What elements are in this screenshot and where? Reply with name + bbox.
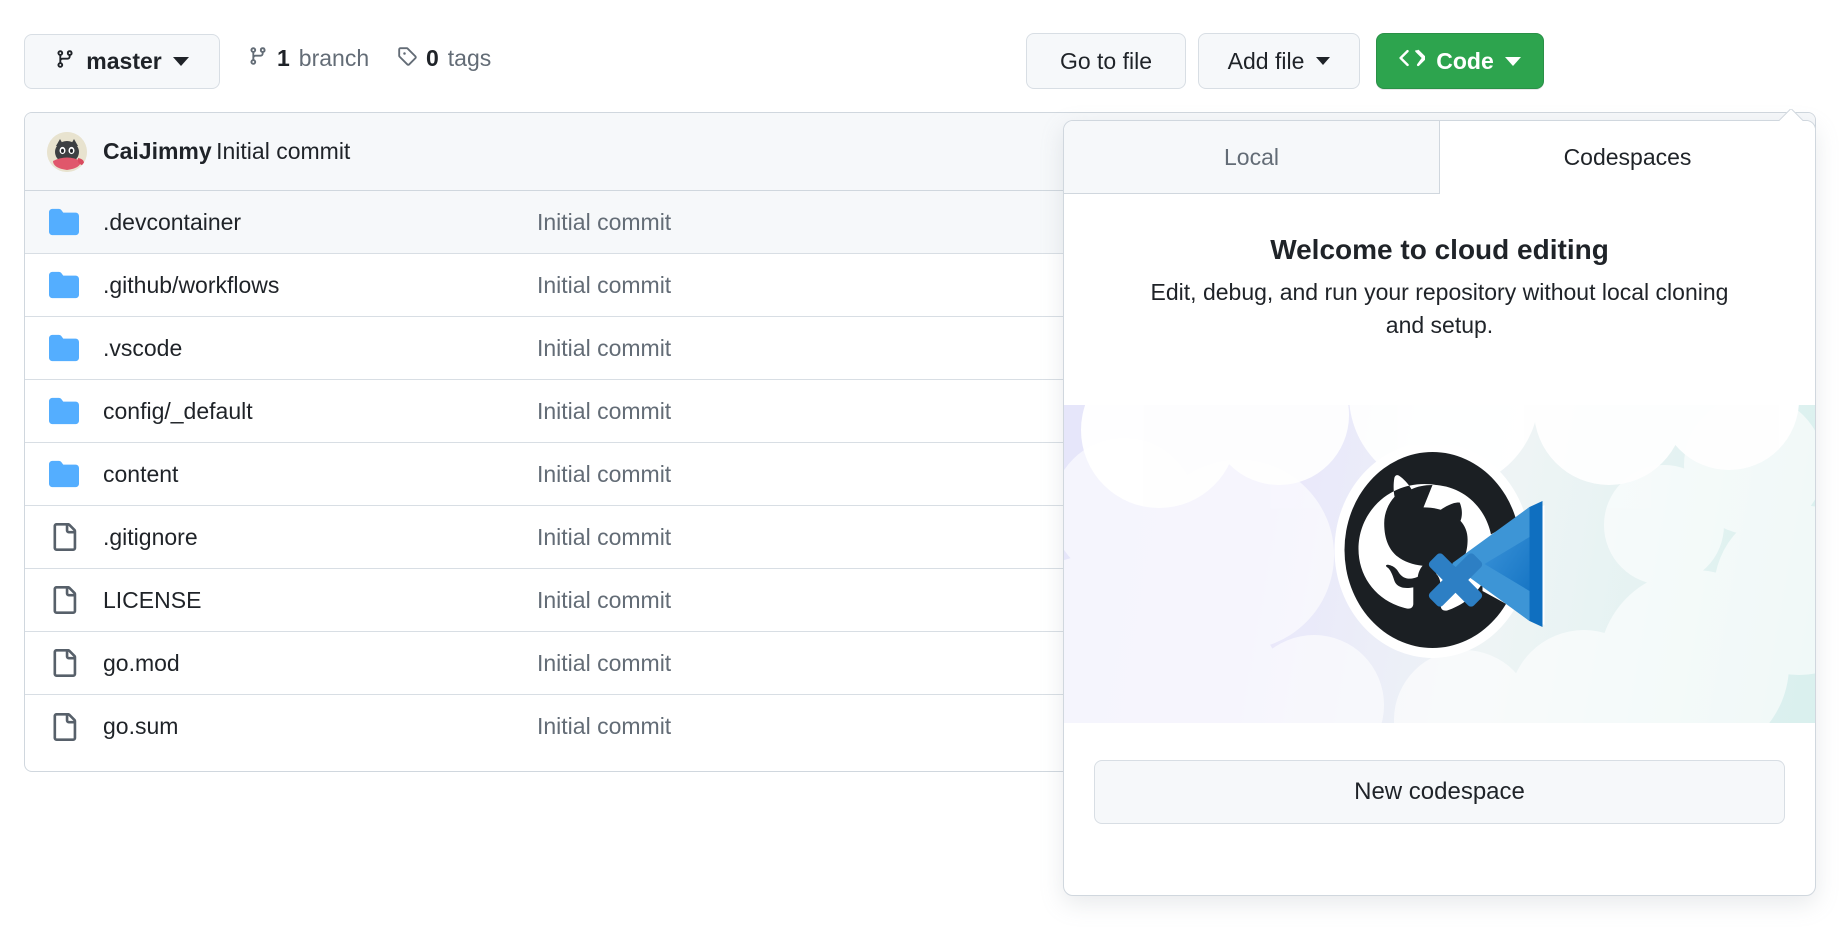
branch-selector-button[interactable]: master [24,34,220,89]
codespaces-subtitle: Edit, debug, and run your repository wit… [1064,266,1815,343]
tab-local[interactable]: Local [1064,121,1440,194]
tag-count[interactable]: 0 tags [397,45,491,72]
tag-icon [397,45,417,72]
go-to-file-label: Go to file [1060,48,1152,75]
popover-caret [1779,109,1803,121]
commit-message[interactable]: Initial commit [216,138,350,164]
file-name-link[interactable]: .vscode [103,335,537,362]
branch-count-number: 1 [277,45,290,72]
git-branch-icon [248,45,268,72]
chevron-down-icon [173,57,189,66]
folder-icon [25,396,103,426]
tab-local-label: Local [1224,144,1279,171]
file-icon [25,713,103,741]
add-file-button[interactable]: Add file [1198,33,1360,89]
file-name-link[interactable]: go.mod [103,650,537,677]
code-brackets-icon [1399,45,1425,77]
file-icon [25,586,103,614]
branch-selector-label: master [86,48,161,75]
github-vscode-logo [1332,445,1547,660]
code-button[interactable]: Code [1376,33,1544,89]
branch-count[interactable]: 1 branch [248,45,369,72]
folder-icon [25,333,103,363]
tab-codespaces-label: Codespaces [1564,144,1692,171]
file-icon [25,649,103,677]
go-to-file-button[interactable]: Go to file [1026,33,1186,89]
code-dropdown-panel: Local Codespaces Welcome to cloud editin… [1063,120,1816,896]
file-name-link[interactable]: .gitignore [103,524,537,551]
file-name-link[interactable]: go.sum [103,713,537,740]
branch-count-label: branch [299,45,369,72]
codespaces-panel-body: Welcome to cloud editing Edit, debug, an… [1064,194,1815,896]
popover-tabs: Local Codespaces [1064,121,1815,194]
new-codespace-label: New codespace [1354,778,1525,806]
tab-codespaces[interactable]: Codespaces [1440,121,1815,194]
code-button-label: Code [1436,48,1494,75]
new-codespace-button[interactable]: New codespace [1094,760,1785,824]
commit-author[interactable]: CaiJimmy [103,138,212,164]
tag-count-label: tags [448,45,491,72]
tag-count-number: 0 [426,45,439,72]
folder-icon [25,207,103,237]
avatar[interactable] [47,132,87,172]
file-name-link[interactable]: LICENSE [103,587,537,614]
folder-icon [25,459,103,489]
add-file-label: Add file [1228,48,1305,75]
git-branch-icon [55,49,75,74]
file-name-link[interactable]: .devcontainer [103,209,537,236]
folder-icon [25,270,103,300]
repo-toolbar: master 1 branch 0 tags Go to file [0,0,1840,105]
codespaces-title: Welcome to cloud editing [1064,194,1815,266]
file-icon [25,523,103,551]
chevron-down-icon [1505,57,1521,66]
file-name-link[interactable]: content [103,461,537,488]
chevron-down-icon [1316,57,1330,65]
file-name-link[interactable]: config/_default [103,398,537,425]
file-name-link[interactable]: .github/workflows [103,272,537,299]
